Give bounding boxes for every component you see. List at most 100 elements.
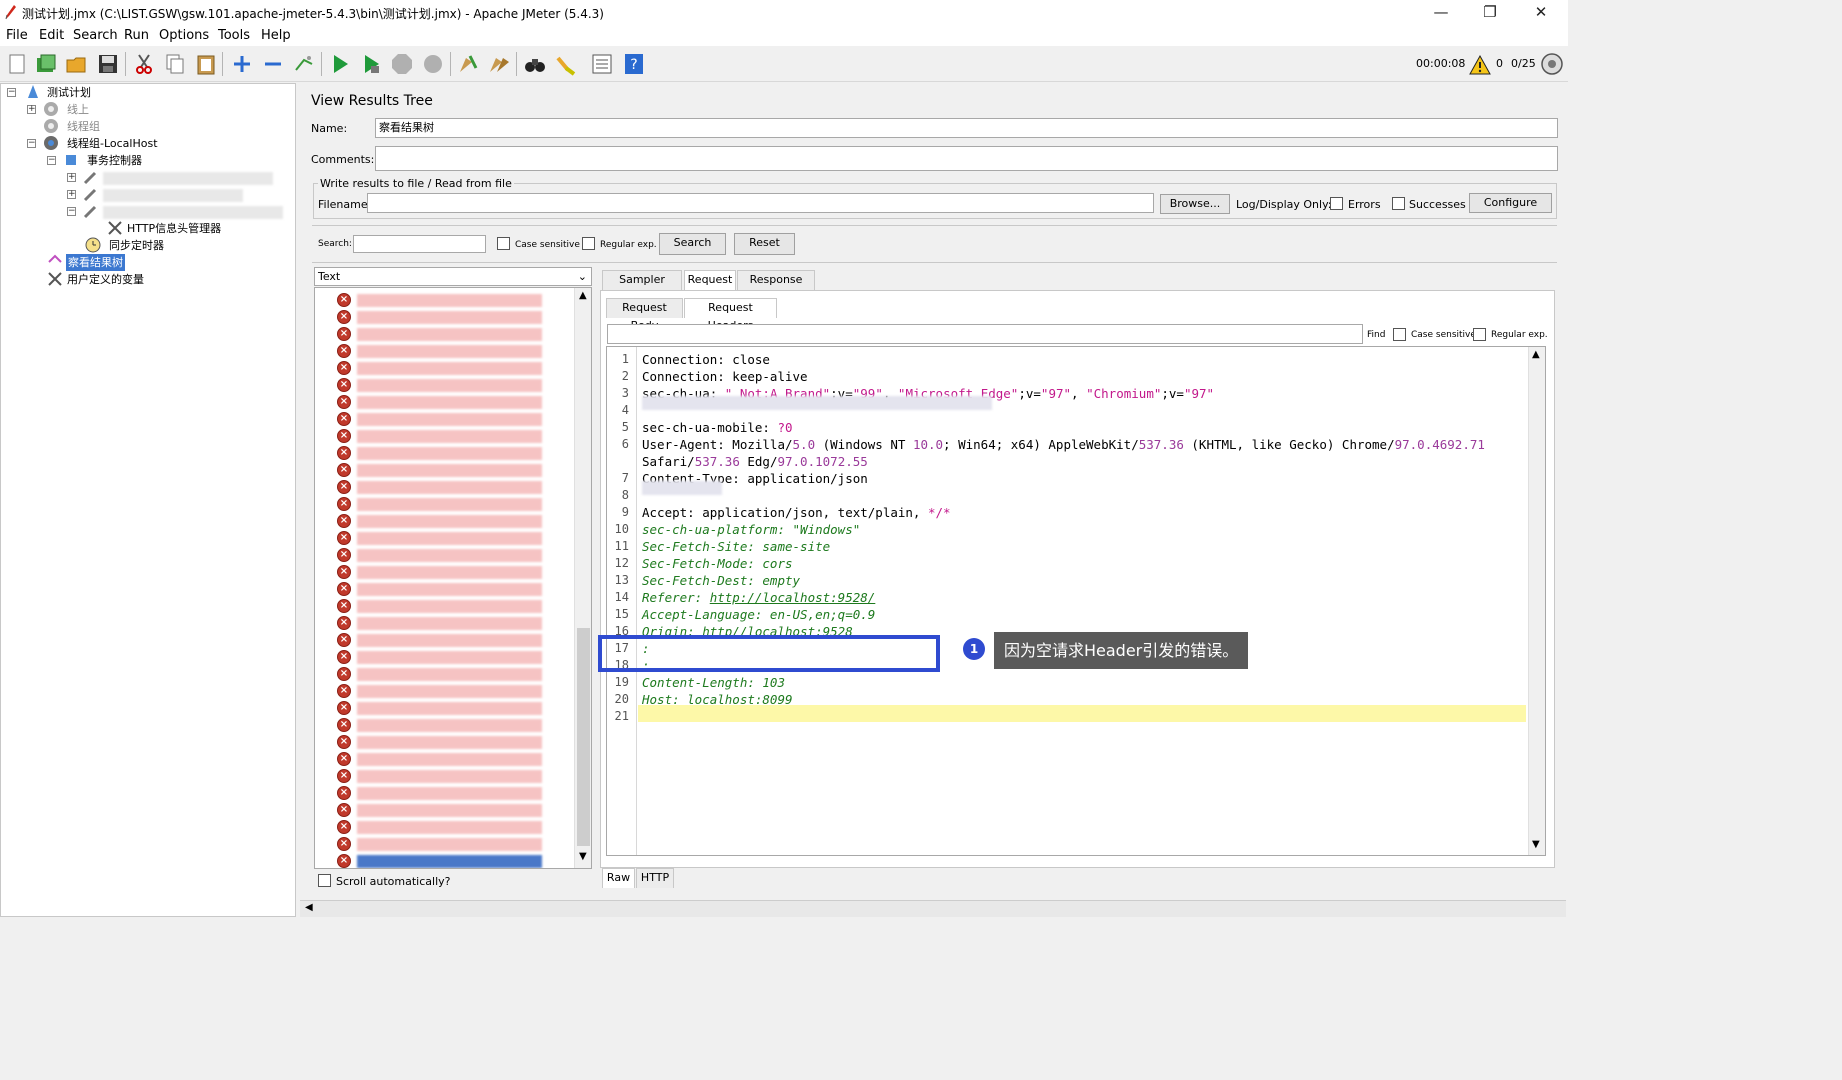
sample-result-row[interactable]: ×	[337, 819, 577, 836]
sample-result-row[interactable]: ×	[337, 666, 577, 683]
start-no-pauses-icon[interactable]	[359, 52, 383, 76]
clear-icon[interactable]	[456, 52, 480, 76]
sample-result-row[interactable]: ×	[337, 360, 577, 377]
scroll-up-icon[interactable]: ▲	[1532, 349, 1540, 360]
sample-result-row[interactable]: ×	[337, 836, 577, 853]
expand-icon[interactable]: +	[27, 105, 36, 114]
collapse-icon[interactable]: −	[67, 207, 76, 216]
help-icon[interactable]: ?	[622, 52, 646, 76]
sample-result-row[interactable]: ×	[337, 292, 577, 309]
sample-result-row[interactable]: ×	[337, 496, 577, 513]
sample-result-row[interactable]: ×	[337, 326, 577, 343]
search-button[interactable]: Search	[659, 233, 726, 255]
search-input[interactable]	[353, 235, 486, 253]
collapse-icon[interactable]: −	[7, 88, 16, 97]
close-button[interactable]: ✕	[1518, 0, 1564, 26]
scroll-down-icon[interactable]: ▼	[579, 851, 587, 862]
scroll-down-icon[interactable]: ▼	[1532, 839, 1540, 850]
paste-icon[interactable]	[194, 52, 218, 76]
new-icon[interactable]	[5, 52, 29, 76]
sample-result-row[interactable]: ×	[337, 530, 577, 547]
sample-result-row[interactable]: ×	[337, 649, 577, 666]
open-icon[interactable]	[65, 52, 89, 76]
sample-result-row[interactable]: ×	[337, 598, 577, 615]
find-regex-checkbox[interactable]	[1473, 328, 1486, 341]
successes-checkbox[interactable]	[1392, 197, 1405, 210]
start-icon[interactable]	[328, 52, 352, 76]
shutdown-icon[interactable]	[421, 52, 445, 76]
save-icon[interactable]	[96, 52, 120, 76]
collapse-all-icon[interactable]	[261, 52, 285, 76]
copy-icon[interactable]	[163, 52, 187, 76]
sample-result-row[interactable]: ×	[337, 309, 577, 326]
sample-result-row[interactable]: ×	[337, 547, 577, 564]
sample-result-row[interactable]: ×	[337, 479, 577, 496]
sample-result-row[interactable]: ×	[337, 343, 577, 360]
menu-options[interactable]: Options	[159, 28, 209, 43]
menu-search[interactable]: Search	[73, 28, 118, 43]
clear-all-icon[interactable]	[487, 52, 511, 76]
menu-tools[interactable]: Tools	[218, 28, 250, 43]
scroll-left-icon[interactable]: ◀	[305, 902, 313, 913]
menu-file[interactable]: File	[6, 28, 28, 43]
expand-icon[interactable]: +	[67, 173, 76, 182]
find-case-sensitive-checkbox[interactable]	[1393, 328, 1406, 341]
stop-icon[interactable]	[390, 52, 414, 76]
sample-result-row[interactable]: ×	[337, 683, 577, 700]
tree-node-sampler-redacted[interactable]: +	[67, 186, 277, 203]
sample-result-row[interactable]: ×	[337, 615, 577, 632]
splitter[interactable]	[312, 225, 1557, 226]
menu-help[interactable]: Help	[261, 28, 291, 43]
expand-all-icon[interactable]	[230, 52, 254, 76]
sample-result-row[interactable]: ×	[337, 377, 577, 394]
sample-result-row[interactable]: ×	[337, 581, 577, 598]
sample-result-row[interactable]: ×	[337, 564, 577, 581]
tab-raw[interactable]: Raw	[602, 868, 635, 888]
sample-result-row[interactable]: ×	[337, 462, 577, 479]
scroll-up-icon[interactable]: ▲	[579, 290, 587, 301]
minimize-button[interactable]: —	[1418, 0, 1464, 26]
sample-result-row[interactable]: ×	[337, 700, 577, 717]
find-input[interactable]	[607, 324, 1363, 344]
sample-result-row[interactable]: ×	[337, 785, 577, 802]
reset-button[interactable]: Reset	[734, 233, 795, 255]
sample-result-row[interactable]: ×	[337, 411, 577, 428]
horizontal-scrollbar[interactable]: ◀	[300, 900, 1566, 917]
tab-request[interactable]: Request	[684, 270, 736, 290]
errors-checkbox[interactable]	[1330, 197, 1343, 210]
tab-request-body[interactable]: Request Body	[606, 298, 683, 332]
request-headers-editor[interactable]: ▲ ▼ 1 Connection: close 2 Connection: keep-…	[606, 346, 1546, 856]
templates-icon[interactable]	[34, 52, 58, 76]
sample-result-row[interactable]: ×	[337, 632, 577, 649]
toggle-icon[interactable]	[292, 52, 316, 76]
configure-button[interactable]: Configure	[1469, 193, 1552, 213]
menu-edit[interactable]: Edit	[39, 28, 64, 43]
collapse-icon[interactable]: −	[47, 156, 56, 165]
sample-result-row[interactable]: ×	[337, 513, 577, 530]
case-sensitive-checkbox[interactable]	[497, 237, 510, 250]
scroll-automatically-checkbox[interactable]	[318, 874, 331, 887]
collapse-icon[interactable]: −	[27, 139, 36, 148]
filename-field[interactable]	[367, 193, 1154, 213]
sample-result-row[interactable]: ×	[337, 394, 577, 411]
editor-vertical-scrollbar[interactable]: ▲ ▼	[1528, 347, 1545, 855]
sample-result-row[interactable]: ×	[337, 717, 577, 734]
warning-icon[interactable]	[1469, 54, 1491, 75]
sample-result-row[interactable]: ×	[337, 768, 577, 785]
function-helper-icon[interactable]	[590, 52, 614, 76]
tree-node-sampler-redacted[interactable]: −	[67, 203, 287, 220]
sample-result-row[interactable]: ×	[337, 853, 577, 868]
sample-result-row[interactable]: ×	[337, 751, 577, 768]
sample-result-row[interactable]: ×	[337, 802, 577, 819]
name-field[interactable]: 察看结果树	[375, 118, 1558, 138]
tree-node-sampler-redacted[interactable]: +	[67, 169, 277, 186]
sample-result-row[interactable]: ×	[337, 734, 577, 751]
browse-button[interactable]: Browse...	[1160, 194, 1230, 214]
splitter[interactable]	[312, 262, 1557, 263]
tab-request-headers[interactable]: Request Headers	[684, 298, 777, 332]
tab-http[interactable]: HTTP	[636, 868, 674, 888]
binoculars-icon[interactable]	[523, 52, 547, 76]
renderer-select[interactable]: Text ⌄	[314, 267, 592, 286]
menu-run[interactable]: Run	[124, 28, 149, 43]
expand-icon[interactable]: +	[67, 190, 76, 199]
